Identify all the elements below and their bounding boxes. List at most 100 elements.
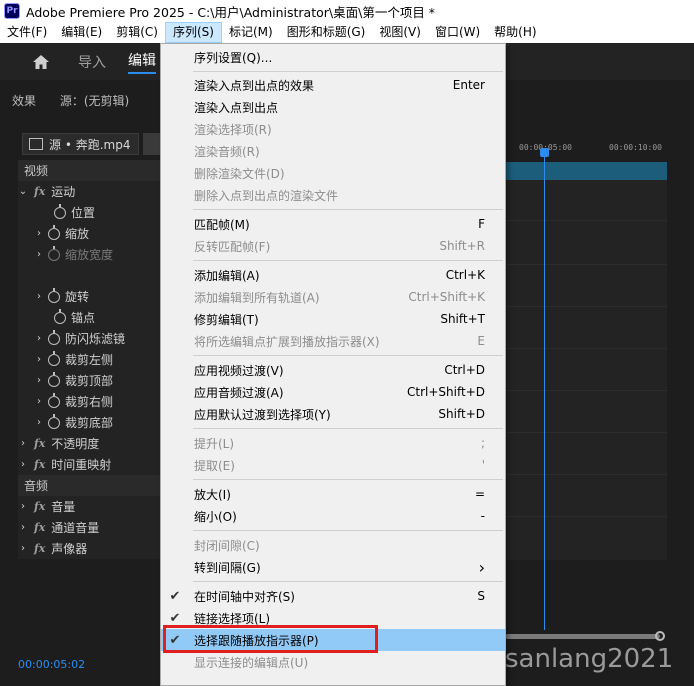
- menu-item-zoom-out[interactable]: 缩小(O) -: [161, 505, 505, 527]
- timecode-display[interactable]: 00:00:05:02: [18, 658, 85, 671]
- stopwatch-icon: [48, 245, 60, 261]
- stopwatch-icon[interactable]: [54, 308, 66, 324]
- menu-item-snap-in-timeline[interactable]: ✔ 在时间轴中对齐(S) S: [161, 585, 505, 607]
- menu-sequence[interactable]: 序列(S): [164, 22, 222, 43]
- menu-item-delete-render-files: 删除渲染文件(D): [194, 166, 285, 181]
- param-crop-bottom[interactable]: › 裁剪底部: [18, 412, 160, 433]
- stopwatch-icon[interactable]: [48, 392, 60, 408]
- menu-item-trim-edit[interactable]: 修剪编辑(T) Shift+T: [161, 308, 505, 330]
- effect-motion[interactable]: ⌄ fx 运动: [18, 181, 160, 202]
- premiere-logo-icon: Pr: [4, 3, 20, 19]
- menu-item-render-selection: 渲染选择项(R): [194, 122, 272, 137]
- chevron-right-icon[interactable]: ›: [34, 375, 44, 386]
- menu-item-apply-audio-transition[interactable]: 应用音频过渡(A) Ctrl+Shift+D: [161, 381, 505, 403]
- playhead-line: [544, 150, 545, 630]
- fx-icon[interactable]: fx: [34, 458, 45, 471]
- menu-item-add-edit[interactable]: 添加编辑(A) Ctrl+K: [161, 264, 505, 286]
- chevron-right-icon[interactable]: ›: [34, 333, 44, 344]
- menu-item-apply-default-transition[interactable]: 应用默认过渡到选择项(Y) Shift+D: [161, 403, 505, 425]
- stopwatch-icon[interactable]: [54, 203, 66, 219]
- chevron-right-icon[interactable]: ›: [34, 291, 44, 302]
- zoom-scroll-handle[interactable]: [655, 631, 665, 641]
- stopwatch-icon[interactable]: [48, 371, 60, 387]
- menu-item-reverse-match-frame: 反转匹配帧(F) Shift+R: [194, 239, 485, 254]
- chevron-right-icon[interactable]: ›: [18, 522, 28, 533]
- effect-panner[interactable]: › fx 声像器: [18, 538, 160, 559]
- chevron-right-icon[interactable]: ›: [34, 354, 44, 365]
- zoom-scrollbar[interactable]: [505, 634, 660, 639]
- fx-icon[interactable]: fx: [34, 521, 45, 534]
- param-empty: [18, 265, 160, 286]
- watermark: sanlang2021: [505, 644, 674, 674]
- stopwatch-icon[interactable]: [48, 329, 60, 345]
- tab-edit[interactable]: 编辑: [128, 50, 156, 74]
- sequence-menu: 序列设置(Q)... 渲染入点到出点的效果 Enter 渲染入点到出点 渲染选择项…: [160, 43, 506, 686]
- chevron-right-icon[interactable]: ›: [34, 396, 44, 407]
- menu-graphics[interactable]: 图形和标题(G): [280, 22, 373, 43]
- stopwatch-icon[interactable]: [48, 224, 60, 240]
- menu-edit[interactable]: 编辑(E): [54, 22, 109, 43]
- menu-clip[interactable]: 剪辑(C): [109, 22, 165, 43]
- param-crop-left[interactable]: › 裁剪左侧: [18, 349, 160, 370]
- effect-channel-volume[interactable]: › fx 通道音量: [18, 517, 160, 538]
- menu-bar: 文件(F) 编辑(E) 剪辑(C) 序列(S) 标记(M) 图形和标题(G) 视…: [0, 22, 694, 43]
- ruler-tc-2: 00:00:10:00: [609, 143, 662, 152]
- menu-item-render-in-out[interactable]: 渲染入点到出点: [161, 96, 505, 118]
- param-crop-right[interactable]: › 裁剪右侧: [18, 391, 160, 412]
- menu-item-render-audio: 渲染音频(R): [194, 144, 260, 159]
- menu-item-show-connected-edits: 显示连接的编辑点(U): [194, 655, 309, 670]
- panel-header: 效果 源：(无剪辑): [12, 92, 149, 109]
- menu-item-go-to-gap[interactable]: 转到间隔(G) ›: [161, 556, 505, 578]
- checkmark-icon: ✔: [169, 588, 181, 604]
- stopwatch-icon[interactable]: [48, 287, 60, 303]
- fx-icon[interactable]: fx: [34, 437, 45, 450]
- checkmark-icon: ✔: [169, 610, 181, 626]
- param-anti-flicker[interactable]: › 防闪烁滤镜: [18, 328, 160, 349]
- param-rotation[interactable]: › 旋转: [18, 286, 160, 307]
- timeline-tracks: [505, 180, 667, 560]
- chevron-right-icon[interactable]: ›: [34, 417, 44, 428]
- menu-help[interactable]: 帮助(H): [487, 22, 543, 43]
- home-icon[interactable]: [32, 54, 50, 70]
- panel-title[interactable]: 效果: [12, 94, 36, 108]
- fx-icon[interactable]: fx: [34, 500, 45, 513]
- effect-time-remap[interactable]: › fx 时间重映射: [18, 454, 160, 475]
- clip-tab[interactable]: 源 • 奔跑.mp4: [22, 133, 139, 155]
- param-position[interactable]: 位置: [18, 202, 160, 223]
- source-label[interactable]: 源：(无剪辑): [60, 94, 129, 108]
- chevron-right-icon[interactable]: ›: [18, 459, 28, 470]
- menu-item-match-frame[interactable]: 匹配帧(M) F: [161, 213, 505, 235]
- menu-view[interactable]: 视图(V): [372, 22, 428, 43]
- menu-item-sequence-settings[interactable]: 序列设置(Q)...: [161, 46, 505, 68]
- param-crop-top[interactable]: › 裁剪顶部: [18, 370, 160, 391]
- fx-icon[interactable]: fx: [34, 542, 45, 555]
- chevron-right-icon[interactable]: ›: [18, 543, 28, 554]
- menu-item-apply-video-transition[interactable]: 应用视频过渡(V) Ctrl+D: [161, 359, 505, 381]
- chevron-down-icon[interactable]: ⌄: [18, 186, 28, 197]
- time-ruler[interactable]: 00:00:05:00 00:00:10:00: [505, 140, 667, 162]
- menu-window[interactable]: 窗口(W): [428, 22, 487, 43]
- menu-item-delete-render-in-out: 删除入点到出点的渲染文件: [194, 188, 339, 203]
- stopwatch-icon[interactable]: [48, 350, 60, 366]
- sequence-tab[interactable]: [143, 133, 161, 155]
- clip-icon: [29, 138, 43, 150]
- timeline-clip[interactable]: [505, 162, 667, 180]
- effect-opacity[interactable]: › fx 不透明度: [18, 433, 160, 454]
- effect-volume[interactable]: › fx 音量: [18, 496, 160, 517]
- chevron-right-icon[interactable]: ›: [34, 228, 44, 239]
- menu-markers[interactable]: 标记(M): [222, 22, 280, 43]
- menu-item-extract: 提取(E) ': [194, 458, 485, 473]
- menu-item-zoom-in[interactable]: 放大(I) =: [161, 483, 505, 505]
- param-scale[interactable]: › 缩放: [18, 223, 160, 244]
- chevron-right-icon[interactable]: ›: [18, 438, 28, 449]
- param-scale-width: › 缩放宽度: [18, 244, 160, 265]
- fx-icon[interactable]: fx: [34, 185, 45, 198]
- chevron-right-icon[interactable]: ›: [18, 501, 28, 512]
- menu-file[interactable]: 文件(F): [0, 22, 54, 43]
- stopwatch-icon[interactable]: [48, 413, 60, 429]
- menu-item-add-edit-all-tracks: 添加编辑到所有轨道(A) Ctrl+Shift+K: [194, 290, 485, 305]
- tab-import[interactable]: 导入: [78, 52, 106, 72]
- param-anchor[interactable]: 锚点: [18, 307, 160, 328]
- menu-item-render-effects[interactable]: 渲染入点到出点的效果 Enter: [161, 74, 505, 96]
- menu-item-close-gap: 封闭间隙(C): [194, 538, 260, 553]
